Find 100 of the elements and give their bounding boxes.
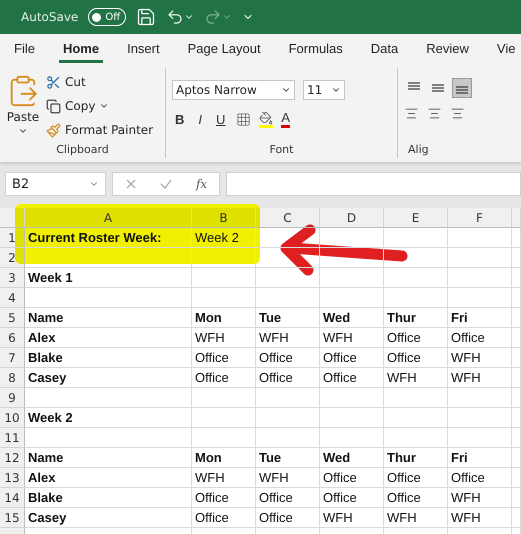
column-header[interactable]: B [192, 208, 256, 228]
table-cell: WFH [448, 368, 512, 388]
row-header[interactable]: 12 [0, 448, 25, 468]
underline-button[interactable]: U [213, 112, 228, 126]
autosave-toggle[interactable]: Off [88, 8, 126, 26]
column-header[interactable]: C [256, 208, 320, 228]
row-header[interactable]: 5 [0, 308, 25, 328]
table-cell [448, 248, 512, 268]
name-box[interactable]: B2 [5, 172, 106, 196]
table-cell: WFH [448, 508, 512, 528]
font-name-dropdown[interactable]: Aptos Narrow [172, 80, 295, 100]
italic-button[interactable]: I [195, 112, 206, 126]
table-cell [512, 428, 521, 448]
table-cell: Blake [25, 488, 192, 508]
table-cell [512, 308, 521, 328]
table-cell: WFH [320, 508, 384, 528]
row-header[interactable]: 13 [0, 468, 25, 488]
column-header[interactable]: E [384, 208, 448, 228]
save-icon[interactable] [136, 7, 156, 27]
table-cell: WFH [448, 488, 512, 508]
table-cell: WFH [256, 328, 320, 348]
table-cell: Office [384, 468, 448, 488]
paste-button[interactable]: Paste [6, 72, 40, 143]
row-header[interactable]: 1 [0, 228, 25, 248]
table-cell [256, 428, 320, 448]
bold-button[interactable]: B [172, 112, 188, 126]
row-header[interactable]: 14 [0, 488, 25, 508]
table-cell [256, 408, 320, 428]
check-icon[interactable] [160, 178, 172, 190]
table-cell [512, 228, 521, 248]
table-cell: Office [192, 508, 256, 528]
table-cell [512, 448, 521, 468]
table-cell [256, 268, 320, 288]
menu-tab[interactable]: Formulas [284, 36, 347, 62]
table-cell: Fri [448, 448, 512, 468]
table-cell [192, 288, 256, 308]
align-button[interactable] [452, 78, 472, 98]
table-cell [448, 288, 512, 308]
table-cell: Thur [384, 308, 448, 328]
table-cell [256, 288, 320, 308]
row-header[interactable]: 11 [0, 428, 25, 448]
table-cell: WFH [192, 328, 256, 348]
column-header[interactable]: D [320, 208, 384, 228]
align-icon [456, 86, 468, 94]
table-cell [192, 268, 256, 288]
row-header[interactable]: 10 [0, 408, 25, 428]
table-cell: Office [256, 488, 320, 508]
table-cell: Wed [320, 308, 384, 328]
table-cell [384, 288, 448, 308]
menu-tab[interactable]: Vie [492, 36, 520, 62]
table-cell: WFH [448, 348, 512, 368]
autosave-label: AutoSave [21, 10, 78, 24]
table-cell [320, 288, 384, 308]
borders-icon[interactable] [236, 112, 252, 126]
table-cell [512, 268, 521, 288]
fill-color-icon[interactable] [259, 110, 274, 128]
row-header[interactable]: 8 [0, 368, 25, 388]
row-header[interactable]: 9 [0, 388, 25, 408]
menu-tab[interactable]: Data [366, 36, 402, 62]
group-label: Font [268, 143, 294, 158]
table-cell [384, 408, 448, 428]
undo-icon[interactable] [166, 8, 194, 26]
insert-function-button[interactable]: fx [196, 177, 208, 191]
table-cell [192, 388, 256, 408]
table-cell [448, 428, 512, 448]
table-cell [320, 388, 384, 408]
copy-button[interactable]: Copy [46, 96, 154, 116]
cut-button[interactable]: Cut [46, 72, 154, 92]
row-header[interactable]: 7 [0, 348, 25, 368]
table-cell [192, 428, 256, 448]
formula-input[interactable] [226, 172, 521, 196]
menu-tab[interactable]: Review [422, 36, 473, 62]
table-cell [448, 268, 512, 288]
row-header[interactable]: 4 [0, 288, 25, 308]
align-center-icon[interactable] [427, 106, 442, 121]
table-cell: Office [320, 488, 384, 508]
menu-tab[interactable]: Insert [123, 36, 164, 62]
table-cell [512, 368, 521, 388]
table-cell: Office [384, 488, 448, 508]
table-cell: Office [448, 328, 512, 348]
row-header[interactable]: 15 [0, 508, 25, 528]
table-cell [512, 408, 521, 428]
row-header[interactable]: 3 [0, 268, 25, 288]
font-size-dropdown[interactable]: 11 [303, 80, 345, 100]
table-cell: Office [384, 328, 448, 348]
table-cell [384, 228, 448, 248]
table-cell: Office [384, 348, 448, 368]
column-header[interactable]: A [25, 208, 192, 228]
menu-tab[interactable]: Page Layout [184, 36, 265, 62]
table-cell: Fri [448, 308, 512, 328]
format-painter-button[interactable]: Format Painter [46, 120, 154, 140]
column-header[interactable]: F [448, 208, 512, 228]
table-cell: Office [320, 468, 384, 488]
menu-tab[interactable]: File [10, 36, 39, 62]
table-cell [512, 508, 521, 528]
row-header[interactable]: 6 [0, 328, 25, 348]
table-cell: Mon [192, 308, 256, 328]
table-cell: Week 2 [25, 408, 192, 428]
row-header[interactable]: 2 [0, 248, 25, 268]
table-cell: Tue [256, 448, 320, 468]
